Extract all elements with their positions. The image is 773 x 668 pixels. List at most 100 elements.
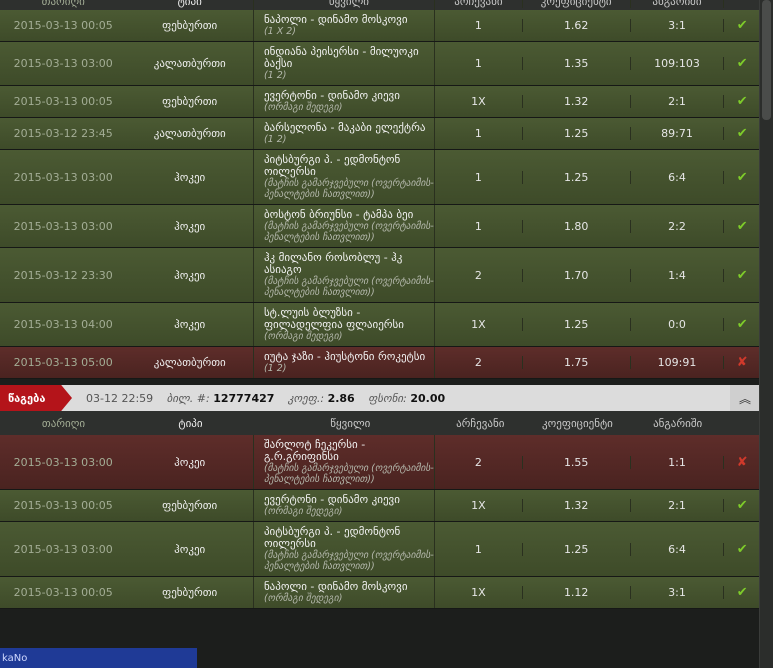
row-coef: 1.25	[521, 542, 630, 556]
row-result: 2:1	[629, 499, 725, 512]
slip-datetime: 03-12 22:59	[86, 391, 154, 405]
row-date: 2015-03-13 03:00	[13, 542, 113, 556]
row-date: 2015-03-13 00:05	[13, 95, 113, 108]
row-match: ჰკ მილანო როსობლუ - ჰკ ასიაგო (მატჩის გამ…	[252, 248, 435, 302]
match-market: (ორმაგი შედეგი)	[263, 593, 343, 604]
row-match: ბარსელონა - მაკაბი ელექტრა (1 2)	[252, 118, 435, 149]
row-coef: 1.75	[521, 356, 630, 369]
row-date: 2015-03-13 03:00	[13, 170, 113, 184]
row-result: 6:4	[629, 542, 725, 556]
row-match: შარლოტ ჩეკერსი - გ.რ.გრიფინსი (მატჩის გამ…	[252, 435, 435, 489]
table-row: 2015-03-12 23:45 კალათბურთი ბარსელონა - მა…	[0, 118, 760, 150]
row-coef: 1.25	[521, 127, 630, 140]
row-type: ჰოკეი	[174, 542, 206, 556]
row-match: პიტსბურგი პ. - ედმონტონ ოილერსი (მატჩის გ…	[252, 522, 435, 576]
match-market: (1 2)	[263, 363, 287, 374]
row-result: 109:103	[629, 57, 725, 70]
check-icon: ✔	[736, 94, 748, 109]
row-coef: 1.25	[521, 170, 630, 184]
row-pick: 1	[474, 170, 482, 184]
match-title: იუტა ჯაზი - ჰიუსტონი როკეტსი	[263, 350, 426, 363]
col-pick: არჩევანი	[454, 0, 503, 8]
check-icon: ✔	[736, 18, 748, 33]
table-row: 2015-03-13 00:05 ფეხბურთი ევერტონი - დინამ…	[0, 490, 760, 522]
row-match: ევერტონი - დინამო კიევი (ორმაგი შედეგი)	[252, 490, 435, 521]
row-pick: 1	[474, 19, 482, 32]
table-header-2: თარიღი ტიპი წყვილი არჩევანი კოეფიციენტი …	[0, 411, 760, 435]
taskbar[interactable]: kaNo	[0, 648, 197, 668]
row-type: კალათბურთი	[153, 57, 226, 70]
col-type: ტიპი	[177, 0, 202, 8]
scrollbar[interactable]	[759, 0, 773, 668]
check-icon: ✔	[736, 541, 748, 557]
row-date: 2015-03-13 03:00	[13, 219, 113, 233]
row-date: 2015-03-13 03:00	[13, 57, 113, 70]
bet-history-panel: თარიღი ტიპი წყვილი არჩევანი კოეფიციენტი …	[0, 0, 760, 668]
col-date: თარიღი	[41, 0, 85, 8]
table-row: 2015-03-13 00:05 ფეხბურთი ნაპოლი - დინამო …	[0, 577, 760, 609]
row-date: 2015-03-12 23:30	[13, 268, 113, 282]
row-date: 2015-03-13 00:05	[13, 19, 113, 32]
match-title: პიტსბურგი პ. - ედმონტონ ოილერსი	[263, 153, 401, 178]
row-coef: 1.32	[521, 95, 630, 108]
match-title: სტ.ლუის ბლუზსი - ფილადელფია ფლაიერსი	[263, 306, 404, 331]
cross-icon: ✘	[736, 355, 748, 370]
match-market: (მატჩის გამარჯვებული (ოვერტაიმის-პენალტე…	[263, 178, 434, 200]
table-row: 2015-03-13 03:00 ჰოკეი პიტსბურგი პ. - ედმო…	[0, 150, 760, 205]
row-match: ინდიანა პეისერსი - მილუოკი ბაქსი (1 2)	[252, 42, 435, 85]
row-date: 2015-03-13 00:05	[13, 586, 113, 599]
check-icon: ✔	[736, 56, 748, 71]
row-coef: 1.12	[521, 586, 630, 599]
row-pick: 1X	[471, 586, 486, 599]
row-match: ნაპოლი - დინამო მოსკოვი (ორმაგი შედეგი)	[252, 577, 435, 608]
row-pick: 1	[474, 219, 482, 233]
bet-rows-group-1: 2015-03-13 00:05 ფეხბურთი ნაპოლი - დინამო …	[0, 10, 760, 379]
col-match: წყვილი	[252, 0, 435, 12]
row-type: კალათბურთი	[153, 356, 226, 369]
row-result: 1:4	[629, 268, 725, 282]
row-type: ფეხბურთი	[162, 19, 218, 32]
check-icon: ✔	[736, 585, 748, 600]
row-type: ჰოკეი	[174, 268, 206, 282]
table-row: 2015-03-13 04:00 ჰოკეი სტ.ლუის ბლუზსი - ფი…	[0, 303, 760, 347]
slip-id: 12777427	[213, 391, 275, 405]
check-icon: ✔	[736, 169, 748, 185]
match-title: ბარსელონა - მაკაბი ელექტრა	[263, 121, 426, 134]
row-type: ჰოკეი	[174, 318, 206, 331]
col-coef: კოეფიციენტი	[521, 0, 630, 8]
table-row: 2015-03-13 03:00 ჰოკეი ბოსტონ ბრიუნსი - ტა…	[0, 205, 760, 248]
col-result: ანგარიში	[629, 0, 725, 8]
match-market: (ორმაგი შედეგი)	[263, 102, 343, 113]
cross-icon: ✘	[736, 454, 748, 470]
row-coef: 1.25	[521, 318, 630, 331]
match-title: ნაპოლი - დინამო მოსკოვი	[263, 13, 408, 26]
row-type: ჰოკეი	[174, 170, 206, 184]
row-type: ფეხბურთი	[162, 95, 218, 108]
table-header-top: თარიღი ტიპი წყვილი არჩევანი კოეფიციენტი …	[0, 0, 760, 12]
row-type: კალათბურთი	[153, 127, 226, 140]
row-result: 109:91	[629, 356, 725, 369]
row-pick: 1X	[471, 318, 486, 331]
row-pick: 2	[474, 356, 482, 369]
match-market: (მატჩის გამარჯვებული (ოვერტაიმის-პენალტე…	[263, 221, 434, 243]
row-result: 0:0	[629, 318, 725, 331]
row-date: 2015-03-13 04:00	[13, 318, 113, 331]
match-market: (მატჩის გამარჯვებული (ოვერტაიმის-პენალტე…	[263, 550, 434, 572]
row-pick: 1X	[471, 95, 486, 108]
row-match: სტ.ლუის ბლუზსი - ფილადელფია ფლაიერსი (ორმ…	[252, 303, 435, 346]
row-date: 2015-03-13 03:00	[13, 455, 113, 469]
row-result: 3:1	[629, 586, 725, 599]
chevron-double-up-icon[interactable]: ︽	[730, 385, 760, 411]
row-date: 2015-03-12 23:45	[13, 127, 113, 140]
bet-slip-bar[interactable]: წაგება 03-12 22:59 ბილ. #: 12777427 კოეფ…	[0, 385, 760, 411]
row-coef: 1.70	[521, 268, 630, 282]
row-match: ნაპოლი - დინამო მოსკოვი (1 X 2)	[252, 10, 435, 41]
slip-status-badge: წაგება	[0, 385, 72, 411]
row-match: ბოსტონ ბრიუნსი - ტამპა ბეი (მატჩის გამარჯ…	[252, 205, 435, 247]
match-market: (მატჩის გამარჯვებული (ოვერტაიმის-პენალტე…	[263, 463, 434, 485]
row-pick: 2	[474, 455, 482, 469]
slip-coef: 2.86	[327, 391, 355, 405]
match-title: ჰკ მილანო როსობლუ - ჰკ ასიაგო	[263, 251, 403, 276]
row-match: იუტა ჯაზი - ჰიუსტონი როკეტსი (1 2)	[252, 347, 435, 378]
row-coef: 1.80	[521, 219, 630, 233]
